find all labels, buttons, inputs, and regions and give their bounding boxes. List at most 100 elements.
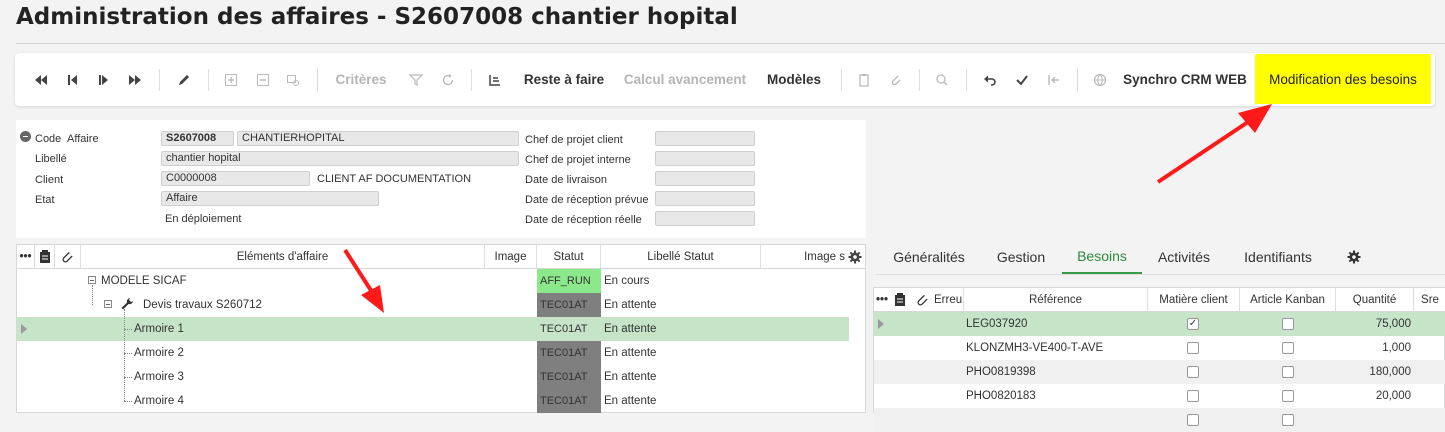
col-sre[interactable]: Sre [1414, 288, 1445, 312]
clipboard-icon[interactable] [852, 53, 876, 106]
collapse-tree-icon[interactable] [88, 276, 96, 284]
settings-gear-icon[interactable] [1342, 240, 1366, 274]
previous-record-icon[interactable] [61, 53, 85, 106]
collapse-tree-icon[interactable] [104, 300, 112, 308]
table-row[interactable]: Devis travaux S260712 TEC01AT En attente [17, 285, 849, 317]
matiere-client-checkbox[interactable] [1187, 414, 1199, 426]
quantity-cell: 1,000 [1382, 342, 1411, 354]
etat-label: Etat [35, 194, 55, 206]
tab-generalites[interactable]: Généralités [880, 240, 978, 274]
title-divider [16, 43, 1445, 44]
clipboard-icon[interactable] [35, 245, 55, 269]
toolbar-separator [966, 69, 967, 91]
article-kanban-checkbox[interactable] [1282, 318, 1294, 330]
duplicate-search-icon[interactable] [281, 53, 305, 106]
table-row-selected[interactable]: LEG037920 ✓ 75,000 [874, 312, 1445, 336]
reference-cell: PHO0819398 [966, 366, 1036, 378]
table-row[interactable]: PHO0819398 180,000 [874, 360, 1445, 384]
remaining-work-icon[interactable] [483, 53, 507, 106]
edit-pencil-icon[interactable] [172, 53, 196, 106]
matiere-client-checkbox-checked[interactable]: ✓ [1187, 318, 1199, 330]
client-code-field[interactable]: C0000008 [161, 171, 310, 186]
table-row[interactable]: KLONZMH3-VE400-T-AVE 1,000 [874, 336, 1445, 360]
element-name: Armoire 1 [134, 323, 184, 335]
table-row[interactable]: Armoire 2 TEC01AT En attente [17, 329, 849, 365]
reste-a-faire-button[interactable]: Reste à faire [518, 53, 610, 106]
article-kanban-checkbox[interactable] [1282, 414, 1294, 426]
matiere-client-checkbox[interactable] [1187, 342, 1199, 354]
col-libelle-statut[interactable]: Libellé Statut [601, 245, 761, 269]
matiere-client-checkbox[interactable] [1187, 366, 1199, 378]
undo-icon[interactable] [978, 53, 1002, 106]
globe-icon[interactable] [1088, 53, 1112, 106]
row-pointer-icon [21, 324, 27, 334]
attachment-icon[interactable] [884, 53, 908, 106]
col-image[interactable]: Image [485, 245, 537, 269]
modification-besoins-button[interactable]: Modification des besoins [1255, 54, 1431, 104]
toolbar-separator [471, 69, 472, 91]
attachment-icon[interactable] [910, 288, 934, 312]
matiere-client-checkbox[interactable] [1187, 390, 1199, 402]
etat-field[interactable]: Affaire [161, 191, 379, 206]
table-row[interactable]: Armoire 4 TEC01AT En attente [17, 377, 849, 413]
synchro-crm-button[interactable]: Synchro CRM WEB [1123, 53, 1247, 106]
table-row-partial[interactable] [874, 408, 1445, 432]
gear-icon[interactable] [845, 245, 865, 269]
libelle-field[interactable]: chantier hopital [161, 151, 519, 166]
tree-line [124, 329, 125, 353]
tab-identifiants[interactable]: Identifiants [1230, 240, 1326, 274]
tree-line [92, 285, 93, 305]
col-statut[interactable]: Statut [537, 245, 601, 269]
remove-row-icon[interactable] [251, 53, 275, 106]
code-field[interactable]: S2607008 [161, 131, 234, 146]
code-label: Code [35, 133, 62, 145]
article-kanban-checkbox[interactable] [1282, 366, 1294, 378]
col-image-s[interactable]: Image s [761, 245, 849, 269]
article-kanban-checkbox[interactable] [1282, 342, 1294, 354]
tab-besoins[interactable]: Besoins [1062, 240, 1142, 274]
filter-icon[interactable] [404, 53, 428, 106]
col-quantite[interactable]: Quantité [1336, 288, 1414, 312]
table-row[interactable]: MODELE SICAF AFF_RUN En cours [17, 269, 849, 293]
modeles-button[interactable]: Modèles [763, 53, 825, 106]
validate-check-icon[interactable] [1010, 53, 1034, 106]
chef-interne-field[interactable] [655, 151, 755, 166]
chef-client-field[interactable] [655, 131, 755, 146]
col-article-kanban[interactable]: Article Kanban [1240, 288, 1336, 312]
add-row-icon[interactable] [219, 53, 243, 106]
elements-affaire-grid: ••• Eléments d'affaire Image Statut Libe… [16, 244, 866, 413]
tab-activites[interactable]: Activités [1146, 240, 1222, 274]
row-menu-icon[interactable]: ••• [874, 288, 890, 312]
code-name-field[interactable]: CHANTIERHOPITAL [237, 131, 519, 146]
last-record-icon[interactable] [123, 53, 147, 106]
collapse-icon[interactable] [20, 131, 31, 142]
tree-line [124, 329, 132, 330]
calcul-avancement-button[interactable]: Calcul avancement [621, 53, 749, 106]
row-menu-icon[interactable]: ••• [17, 245, 35, 269]
next-record-icon[interactable] [91, 53, 115, 106]
back-to-start-icon[interactable] [1042, 53, 1066, 106]
col-reference[interactable]: Référence [964, 288, 1148, 312]
first-record-icon[interactable] [29, 53, 53, 106]
status-label: En attente [604, 347, 657, 359]
table-row[interactable]: PHO0820183 20,000 [874, 384, 1445, 408]
search-icon[interactable] [930, 53, 954, 106]
date-livraison-field[interactable] [655, 171, 755, 186]
article-kanban-checkbox[interactable] [1282, 390, 1294, 402]
status-code: TEC01AT [540, 323, 588, 335]
date-reception-prevue-field[interactable] [655, 191, 755, 206]
table-row[interactable]: Armoire 3 TEC01AT En attente [17, 353, 849, 389]
tab-gestion[interactable]: Gestion [984, 240, 1058, 274]
col-elements-affaire[interactable]: Eléments d'affaire [81, 245, 485, 269]
attachment-icon[interactable] [55, 245, 81, 269]
clipboard-icon[interactable] [890, 288, 910, 312]
client-label: Client [35, 174, 64, 186]
row-pointer-icon [878, 319, 884, 329]
refresh-icon[interactable] [436, 53, 460, 106]
col-matiere-client[interactable]: Matière client [1148, 288, 1240, 312]
date-reception-reelle-field[interactable] [655, 211, 755, 226]
quantity-cell: 20,000 [1375, 390, 1411, 402]
criteres-button[interactable]: Critères [331, 53, 391, 106]
col-erreur[interactable]: Erreu [934, 288, 964, 312]
table-row-selected[interactable]: Armoire 1 TEC01AT En attente [17, 309, 849, 341]
